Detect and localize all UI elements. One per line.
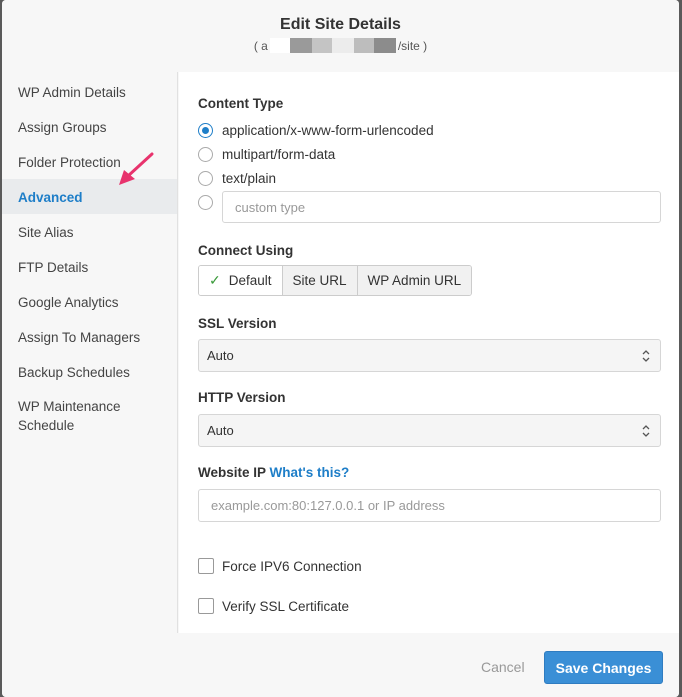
ssl-version-label: SSL Version [198, 316, 277, 331]
connect-default-button[interactable]: ✓ Default [199, 266, 282, 295]
connect-using-label: Connect Using [198, 243, 294, 258]
advanced-settings-panel: Content Type application/x-www-form-urle… [179, 72, 679, 633]
redacted-url-block [269, 38, 396, 53]
sidebar-item-wp-maintenance-schedule[interactable]: WP Maintenance Schedule [2, 389, 177, 439]
whats-this-link[interactable]: What's this? [270, 465, 350, 480]
sidebar-item-backup-schedules[interactable]: Backup Schedules [2, 354, 177, 389]
edit-site-modal: Edit Site Details ( a /site ) WP Admin D… [2, 0, 679, 697]
content-type-label: Content Type [198, 96, 284, 111]
website-ip-label-text: Website IP [198, 465, 266, 480]
force-ipv6-checkbox[interactable] [198, 558, 214, 574]
sidebar-item-ftp-details[interactable]: FTP Details [2, 249, 177, 284]
radio-unchecked-icon[interactable] [198, 195, 213, 210]
modal-footer: Cancel Save Changes [2, 633, 679, 697]
website-ip-placeholder: example.com:80:127.0.0.1 or IP address [211, 498, 445, 513]
verify-ssl-checkbox[interactable] [198, 598, 214, 614]
chevron-updown-icon [642, 350, 650, 362]
radio-label-text-plain: text/plain [222, 171, 277, 186]
website-ip-label: Website IP What's this? [198, 465, 349, 480]
sidebar-item-assign-groups[interactable]: Assign Groups [2, 109, 177, 144]
radio-multipart[interactable]: multipart/form-data [198, 147, 335, 162]
force-ipv6-label: Force IPV6 Connection [222, 558, 362, 574]
annotation-arrow-icon [119, 152, 154, 185]
cancel-button[interactable]: Cancel [481, 659, 525, 675]
custom-type-input[interactable]: custom type [222, 191, 661, 223]
radio-urlencoded[interactable]: application/x-www-form-urlencoded [198, 123, 434, 138]
subtitle-suffix: /site ) [397, 38, 428, 53]
verify-ssl-label: Verify SSL Certificate [222, 598, 350, 614]
radio-text-plain[interactable]: text/plain [198, 171, 276, 186]
connect-site-url-button[interactable]: Site URL [281, 266, 357, 295]
ssl-version-select[interactable]: Auto [198, 339, 661, 372]
connect-wp-admin-url-button[interactable]: WP Admin URL [356, 266, 472, 295]
radio-unchecked-icon[interactable] [198, 147, 213, 162]
http-version-select[interactable]: Auto [198, 414, 661, 447]
modal-title: Edit Site Details [280, 16, 401, 33]
radio-label-urlencoded: application/x-www-form-urlencoded [222, 123, 434, 138]
sidebar-item-google-analytics[interactable]: Google Analytics [2, 284, 177, 319]
radio-unchecked-icon[interactable] [198, 171, 213, 186]
connect-default-label: Default [228, 273, 272, 288]
custom-type-placeholder: custom type [235, 199, 306, 215]
chevron-updown-icon [642, 425, 650, 437]
http-version-value: Auto [207, 423, 234, 438]
modal-header: Edit Site Details ( a /site ) [2, 0, 679, 72]
website-ip-input[interactable]: example.com:80:127.0.0.1 or IP address [198, 489, 661, 522]
http-version-label: HTTP Version [198, 390, 286, 405]
subtitle-prefix: ( a [253, 38, 268, 53]
save-changes-button[interactable]: Save Changes [544, 651, 663, 684]
verify-ssl-row[interactable]: Verify SSL Certificate [198, 598, 349, 614]
sidebar-item-site-alias[interactable]: Site Alias [2, 214, 177, 249]
ssl-version-value: Auto [207, 348, 234, 363]
sidebar-item-wp-admin-details[interactable]: WP Admin Details [2, 74, 177, 109]
checkmark-icon: ✓ [209, 272, 221, 288]
radio-checked-icon[interactable] [198, 123, 213, 138]
sidebar-item-assign-to-managers[interactable]: Assign To Managers [2, 319, 177, 354]
force-ipv6-row[interactable]: Force IPV6 Connection [198, 558, 362, 574]
radio-custom-type[interactable] [198, 195, 222, 210]
connect-using-toggle: ✓ Default Site URL WP Admin URL [198, 265, 473, 296]
radio-label-multipart: multipart/form-data [222, 147, 336, 162]
site-url-subtitle: ( a /site ) [2, 38, 679, 53]
